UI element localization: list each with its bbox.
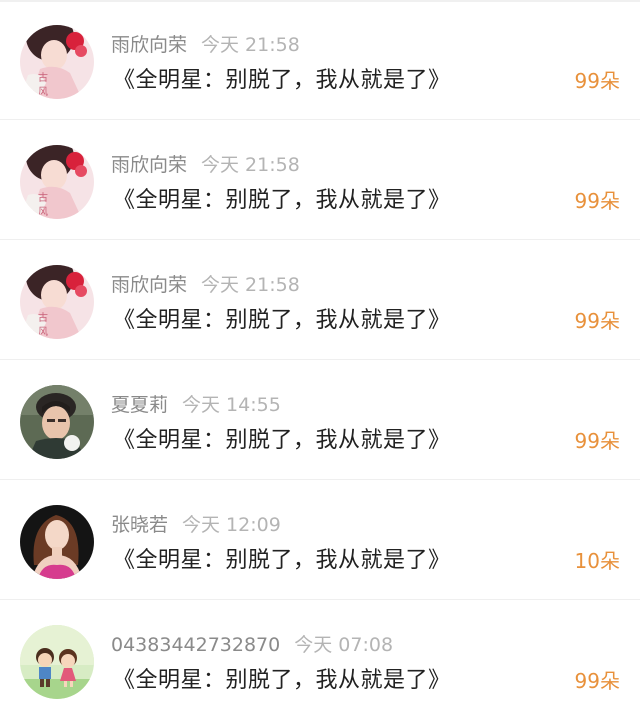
timestamp: 今天 12:09 — [182, 514, 281, 536]
username[interactable]: 雨欣向荣 — [111, 274, 187, 296]
comment-row[interactable]: 古 风 雨欣向荣 今天 21:58 《全明星：别脱了，我从就是了》 99朵 — [0, 241, 640, 360]
comment-text: 《全明星：别脱了，我从就是了》 — [113, 548, 451, 573]
comment-list: 古 风 雨欣向荣 今天 21:58 《全明星：别脱了，我从就是了》 99朵 古 风 — [0, 0, 640, 704]
username[interactable]: 雨欣向荣 — [111, 34, 187, 56]
comment-text: 《全明星：别脱了，我从就是了》 — [113, 428, 451, 453]
comment-meta: 雨欣向荣 今天 21:58 — [111, 32, 300, 58]
comment-row[interactable]: 古 风 雨欣向荣 今天 21:58 《全明星：别脱了，我从就是了》 99朵 — [0, 121, 640, 240]
flower-count: 99朵 — [574, 189, 620, 213]
flower-count: 99朵 — [574, 69, 620, 93]
row-divider — [0, 239, 640, 240]
comment-row[interactable]: 古 风 雨欣向荣 今天 21:58 《全明星：别脱了，我从就是了》 99朵 — [0, 1, 640, 120]
comment-meta: 雨欣向荣 今天 21:58 — [111, 152, 300, 178]
comment-text: 《全明星：别脱了，我从就是了》 — [113, 68, 451, 93]
flower-count: 99朵 — [574, 429, 620, 453]
svg-text:风: 风 — [38, 206, 48, 218]
comment-row[interactable]: 04383442732870 今天 07:08 《全明星：别脱了，我从就是了》 9… — [0, 601, 640, 720]
comment-text: 《全明星：别脱了，我从就是了》 — [113, 668, 451, 693]
username[interactable]: 张晓若 — [111, 514, 168, 536]
timestamp: 今天 21:58 — [201, 154, 300, 176]
avatar-ancient-style-girl-icon[interactable]: 古 风 — [20, 25, 94, 99]
svg-text:古: 古 — [38, 191, 48, 204]
svg-text:风: 风 — [38, 326, 48, 338]
avatar-young-man-icon[interactable] — [20, 385, 94, 459]
flower-count: 99朵 — [574, 309, 620, 333]
avatar-woman-pink-dress-icon[interactable] — [20, 505, 94, 579]
svg-text:古: 古 — [38, 311, 48, 324]
username[interactable]: 雨欣向荣 — [111, 154, 187, 176]
timestamp: 今天 21:58 — [201, 34, 300, 56]
row-divider — [0, 359, 640, 360]
avatar-cartoon-kids-icon[interactable] — [20, 625, 94, 699]
svg-text:古: 古 — [38, 71, 48, 84]
comment-row[interactable]: 夏夏莉 今天 14:55 《全明星：别脱了，我从就是了》 99朵 — [0, 361, 640, 480]
svg-text:风: 风 — [38, 86, 48, 98]
row-divider — [0, 119, 640, 120]
timestamp: 今天 14:55 — [182, 394, 281, 416]
row-divider — [0, 599, 640, 600]
comment-row[interactable]: 张晓若 今天 12:09 《全明星：别脱了，我从就是了》 10朵 — [0, 481, 640, 600]
comment-text: 《全明星：别脱了，我从就是了》 — [113, 188, 451, 213]
row-divider — [0, 479, 640, 480]
flower-count: 10朵 — [574, 549, 620, 573]
comment-meta: 夏夏莉 今天 14:55 — [111, 392, 281, 418]
timestamp: 今天 07:08 — [294, 634, 394, 656]
avatar-ancient-style-girl-icon[interactable]: 古 风 — [20, 265, 94, 339]
flower-count: 99朵 — [574, 669, 620, 693]
comment-meta: 04383442732870 今天 07:08 — [111, 632, 393, 658]
timestamp: 今天 21:58 — [201, 274, 300, 296]
comment-text: 《全明星：别脱了，我从就是了》 — [113, 308, 451, 333]
comment-meta: 张晓若 今天 12:09 — [111, 512, 281, 538]
avatar-ancient-style-girl-icon[interactable]: 古 风 — [20, 145, 94, 219]
username[interactable]: 夏夏莉 — [111, 394, 168, 416]
username[interactable]: 04383442732870 — [111, 634, 280, 656]
comment-meta: 雨欣向荣 今天 21:58 — [111, 272, 300, 298]
